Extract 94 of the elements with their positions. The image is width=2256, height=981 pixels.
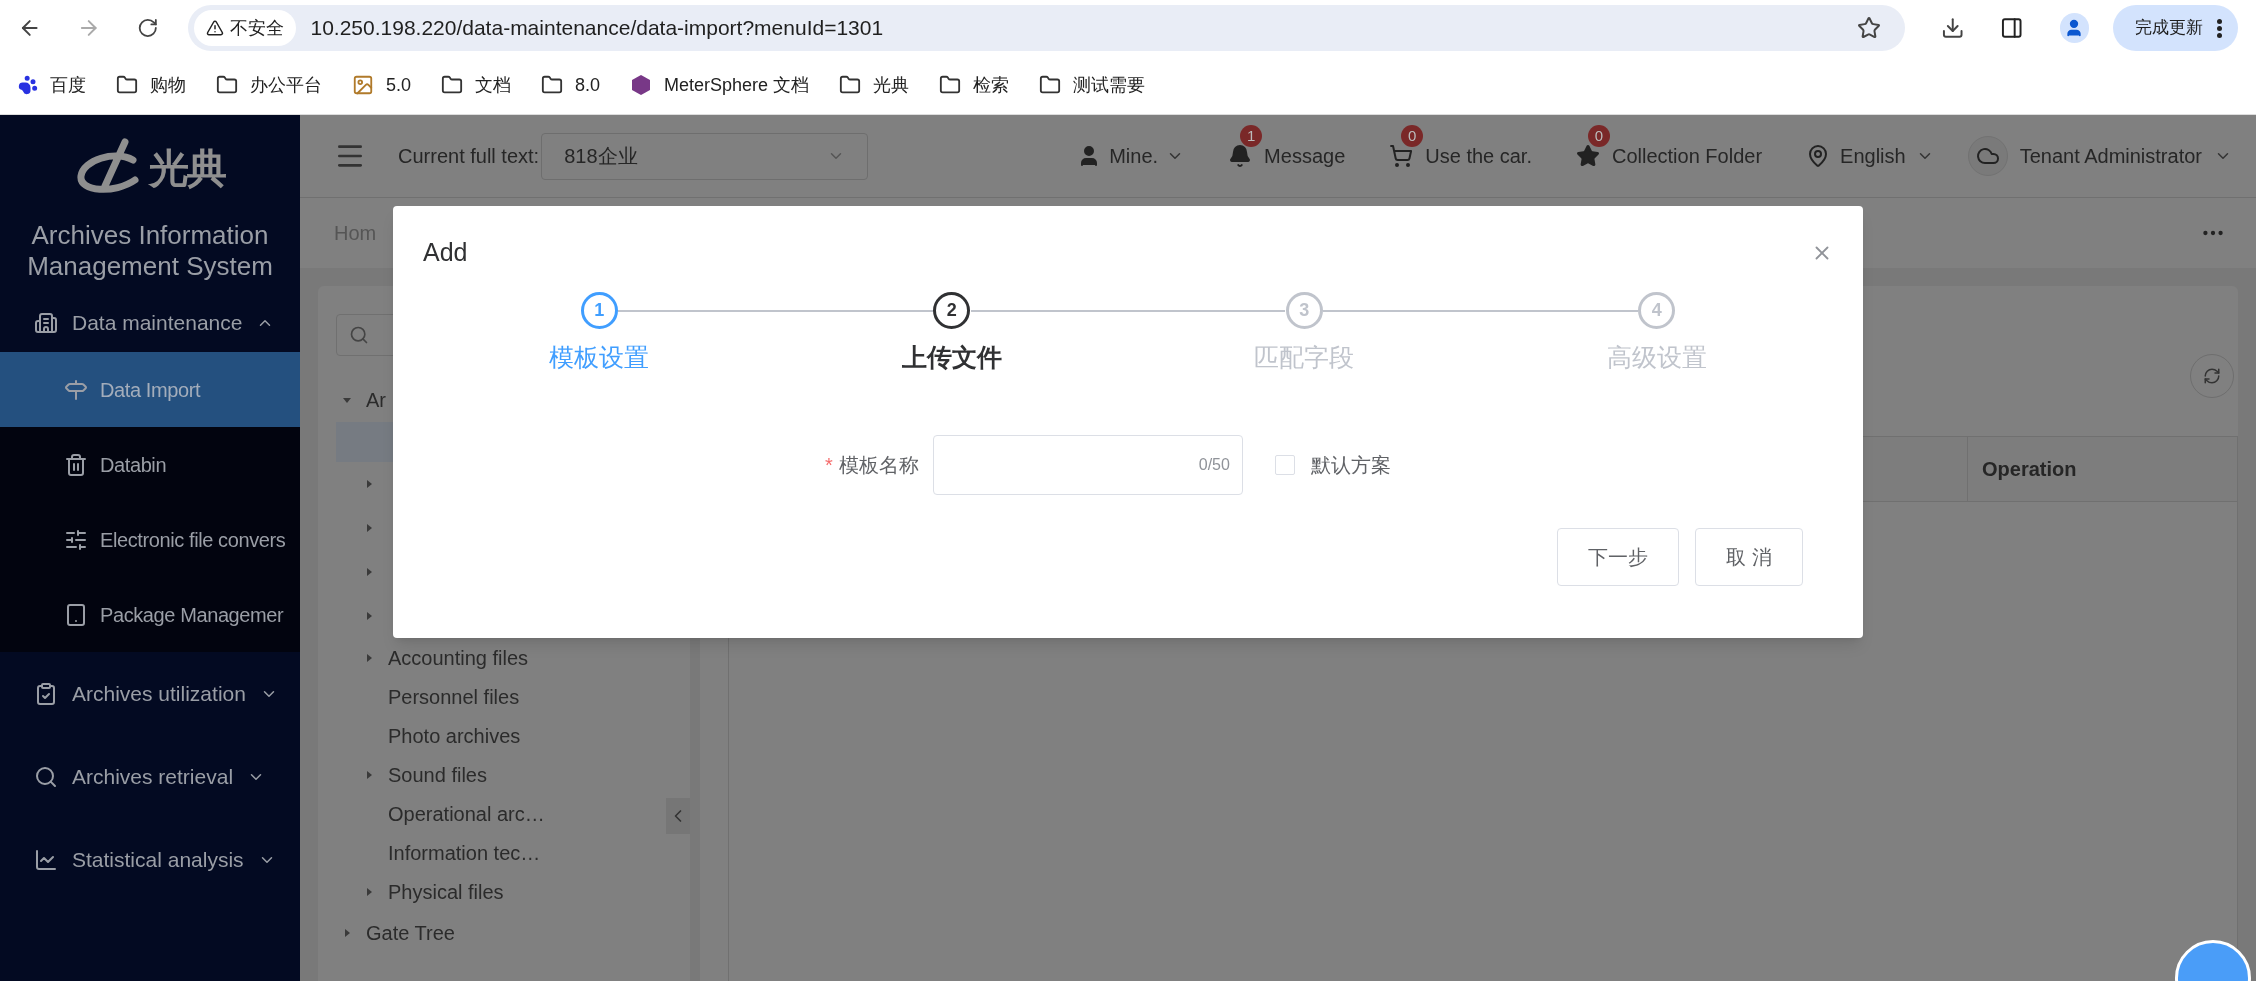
menu-group[interactable]: Data maintenance (0, 294, 300, 352)
side-panel-icon[interactable] (2000, 16, 2024, 40)
folder-icon (441, 74, 464, 96)
dialog-title: Add (423, 237, 468, 269)
submenu-item[interactable]: Data Import (0, 352, 300, 427)
step-number: 4 (1638, 292, 1676, 329)
step-label: 高级设置 (1606, 342, 1707, 373)
step-label: 模板设置 (549, 342, 650, 373)
notification-icon (1576, 144, 1600, 168)
warning-icon (206, 19, 225, 37)
submenu-item[interactable]: Electronic file convers (0, 502, 300, 577)
url-text: 10.250.198.220/data-maintenance/data-import?menuId=1301 (310, 15, 884, 42)
tree-node[interactable]: Accounting files (336, 638, 535, 677)
cloud-avatar (1967, 136, 2008, 176)
user-menu[interactable]: Mine. (1109, 141, 1159, 171)
folder-icon (216, 74, 238, 96)
header-action[interactable]: 1 Message (1228, 125, 1346, 187)
address-bar[interactable]: 不安全 10.250.198.220/data-maintenance/data-import?menuId=1301 (188, 5, 1905, 51)
notification-icon (1228, 144, 1253, 168)
caret-right-icon[interactable] (364, 886, 374, 897)
folder-icon (939, 74, 962, 96)
folder-icon (541, 74, 564, 96)
reload-icon[interactable] (136, 17, 159, 39)
folder-icon (1039, 74, 1062, 96)
search-icon (349, 325, 369, 345)
tree-node[interactable]: Sound files (336, 755, 493, 794)
tree-node[interactable]: Personnel files (336, 677, 526, 716)
caret-down-icon[interactable] (342, 395, 352, 405)
submenu-item[interactable]: Package Managemer (0, 577, 300, 652)
caret-right-icon[interactable] (364, 769, 374, 780)
caret-right-icon[interactable] (364, 567, 374, 577)
update-button[interactable]: 完成更新 (2113, 5, 2238, 51)
checkbox[interactable] (1274, 454, 1295, 475)
bookmark-item[interactable]: MeterSphere 文档 (630, 71, 810, 99)
next-button[interactable]: 下一步 (1557, 527, 1680, 586)
menu-group[interactable]: Archives utilization (0, 652, 300, 735)
bookmark-item[interactable]: 检索 (939, 71, 1010, 99)
caret-right-icon[interactable] (364, 611, 374, 621)
collapse-button[interactable] (666, 798, 690, 834)
folder-icon (116, 74, 138, 96)
count-badge: 1 (1240, 125, 1263, 147)
tree-node[interactable]: Gate Tree (336, 911, 461, 955)
caret-right-icon[interactable] (342, 928, 352, 938)
menu-group[interactable]: Archives retrieval (0, 735, 300, 818)
column-header: Operation (1967, 437, 2237, 501)
image-icon (352, 74, 374, 96)
required-mark: * (825, 452, 833, 478)
current-label: Current full text: (398, 144, 540, 169)
tree-node[interactable]: Physical files (336, 872, 510, 911)
field-label: 模板名称 (838, 452, 919, 478)
caret-right-icon[interactable] (364, 479, 374, 489)
checkbox-label: 默认方案 (1310, 452, 1391, 478)
more-icon (2217, 18, 2222, 38)
account-menu[interactable]: Tenant Administrator (1967, 136, 2232, 176)
menu-group[interactable]: Statistical analysis (0, 818, 300, 901)
security-chip[interactable]: 不安全 (194, 10, 297, 46)
tree-node[interactable]: Ar (336, 378, 392, 422)
step-number: 2 (933, 292, 971, 329)
header-action[interactable]: 0 Use the car. (1389, 125, 1532, 187)
step-label: 匹配字段 (1254, 342, 1355, 373)
cancel-button[interactable]: 取 消 (1695, 527, 1803, 586)
download-icon[interactable] (1940, 16, 1965, 40)
header-action[interactable]: 0 Collection Folder (1576, 125, 1763, 187)
bookmark-item[interactable]: 百度 (18, 71, 86, 99)
step-number: 3 (1285, 292, 1323, 329)
bookmark-item[interactable]: 办公平台 (216, 71, 322, 99)
bookmark-star-icon[interactable] (1856, 16, 1881, 40)
bookmark-item[interactable]: 8.0 (541, 71, 601, 99)
bookmark-item[interactable]: 文档 (441, 71, 512, 99)
submenu-item[interactable]: Databin (0, 427, 300, 502)
notification-icon (1389, 144, 1414, 168)
step-number: 1 (580, 292, 618, 329)
profile-avatar[interactable] (2059, 13, 2089, 43)
caret-right-icon[interactable] (364, 652, 374, 663)
hexagon-icon (630, 74, 653, 96)
logo-text: 光典 (149, 144, 225, 192)
bookmark-item[interactable]: 光典 (839, 71, 910, 99)
folder-icon (839, 74, 862, 96)
refresh-icon (2203, 367, 2221, 385)
language-select[interactable]: English (1806, 141, 1934, 171)
paw-icon (18, 75, 38, 95)
tree-node[interactable]: Photo archives (336, 716, 527, 755)
count-badge: 0 (1401, 125, 1424, 147)
tree-node[interactable]: Operational arc… (336, 794, 551, 833)
unit-select[interactable]: 818企业 (541, 132, 869, 180)
count-badge: 0 (1588, 125, 1610, 147)
bookmark-item[interactable]: 5.0 (352, 71, 412, 99)
bookmark-item[interactable]: 测试需要 (1039, 71, 1146, 99)
system-title: Archives Information Management System (26, 220, 274, 282)
caret-right-icon[interactable] (364, 523, 374, 533)
bookmark-item[interactable]: 购物 (116, 71, 186, 99)
char-counter: 0/50 (1198, 454, 1230, 475)
step-label: 上传文件 (901, 342, 1002, 373)
tree-node[interactable]: Information tec… (336, 833, 547, 872)
